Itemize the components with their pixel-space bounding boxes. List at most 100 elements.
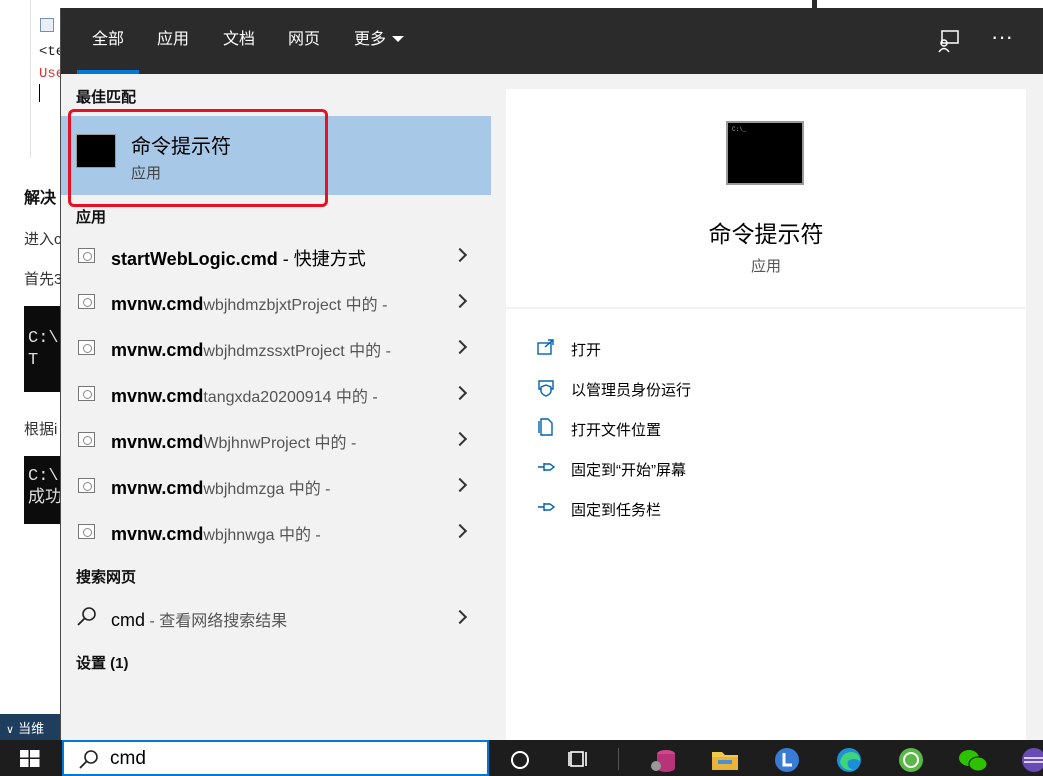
- folder-icon: [712, 752, 738, 770]
- taskbar-app-edge[interactable]: [824, 740, 874, 776]
- list-item[interactable]: mvnw.cmdwbjhdmzbjxtProject 中的 -: [61, 280, 491, 324]
- background-text: 根据i: [24, 421, 58, 438]
- app-actions: 打开 以管理员身份运行 打开文件位置 固定到“开始”屏幕 固定到任务栏: [506, 309, 1026, 740]
- action-open[interactable]: 打开: [536, 331, 836, 363]
- wechat-icon: [959, 750, 988, 772]
- action-run-as-admin[interactable]: 以管理员身份运行: [536, 371, 836, 403]
- tab-more[interactable]: 更多: [343, 8, 415, 74]
- list-item[interactable]: mvnw.cmdwbjhdmzssxtProject 中的 -: [61, 326, 491, 370]
- open-icon: [537, 339, 554, 355]
- action-pin-to-taskbar[interactable]: 固定到任务栏: [536, 491, 836, 523]
- search-input[interactable]: [110, 746, 480, 772]
- cmd-file-icon: [78, 524, 95, 539]
- list-item[interactable]: mvnw.cmdWbjhnwProject 中的 -: [61, 418, 491, 462]
- list-item-label: mvnw.cmdwbjhdmzga 中的 -: [111, 478, 331, 498]
- file-location-icon: [538, 418, 553, 436]
- taskbar-app-database[interactable]: [638, 740, 688, 776]
- taskbar-app-green-browser[interactable]: [886, 740, 936, 776]
- section-heading-settings[interactable]: 设置 (1): [76, 652, 129, 673]
- tab-apps[interactable]: 应用: [147, 8, 199, 74]
- list-item-label: mvnw.cmdwbjhdmzssxtProject 中的 -: [111, 340, 391, 360]
- green-browser-icon: [899, 748, 923, 772]
- text-cursor: [39, 84, 40, 102]
- edge-browser-icon: [837, 748, 861, 772]
- tab-all[interactable]: 全部: [77, 8, 139, 74]
- taskbar-app-file-explorer[interactable]: [700, 740, 750, 776]
- chevron-right-icon[interactable]: [452, 431, 468, 447]
- taskbar-search-box[interactable]: [62, 740, 489, 776]
- tab-more-label: 更多: [353, 31, 386, 48]
- list-item-label: startWebLogic.cmd - 快捷方式: [111, 249, 366, 269]
- filter-tab-bar: 全部 应用 文档 网页 更多 ···: [61, 8, 1043, 74]
- cmd-app-icon: [76, 134, 116, 168]
- cmd-file-icon: [78, 386, 95, 401]
- feedback-icon[interactable]: [934, 26, 964, 56]
- cortana-icon: [511, 751, 529, 769]
- cmd-app-icon: C:\_: [726, 121, 804, 185]
- background-text: 首先3: [24, 271, 63, 288]
- best-match-subtitle: 应用: [131, 165, 162, 182]
- pin-icon: [538, 463, 556, 471]
- pin-icon: [538, 503, 556, 511]
- web-search-label: cmd - 查看网络搜索结果: [111, 610, 288, 630]
- run-as-admin-icon: [538, 380, 554, 397]
- action-label: 打开: [571, 342, 602, 359]
- l-app-icon: [775, 748, 799, 772]
- task-view-button[interactable]: [555, 740, 605, 776]
- background-terminal-image: C:\ T: [24, 306, 64, 392]
- chevron-right-icon[interactable]: [452, 339, 468, 355]
- database-tool-icon: [651, 750, 675, 772]
- background-status-bar: ∨ 当维: [0, 714, 62, 740]
- chevron-down-icon: ∨: [6, 724, 15, 736]
- best-match-title: 命令提示符: [131, 136, 231, 158]
- file-icon: [40, 18, 54, 32]
- chevron-right-icon[interactable]: [452, 385, 468, 401]
- list-item-label: mvnw.cmdwbjhdmzbjxtProject 中的 -: [111, 294, 388, 314]
- chevron-right-icon[interactable]: [452, 293, 468, 309]
- taskbar-divider: [618, 748, 619, 770]
- background-heading: 解决: [24, 190, 57, 207]
- taskbar: [0, 740, 1043, 776]
- taskbar-app-partial[interactable]: [1010, 740, 1043, 776]
- tab-web[interactable]: 网页: [278, 8, 330, 74]
- background-text: 进入c: [24, 231, 62, 248]
- list-item[interactable]: mvnw.cmdwbjhdmzga 中的 -: [61, 464, 491, 508]
- taskbar-app-wechat[interactable]: [948, 740, 998, 776]
- chevron-right-icon[interactable]: [452, 247, 468, 263]
- section-heading-web-search: 搜索网页: [76, 569, 137, 586]
- action-label: 固定到任务栏: [571, 502, 662, 519]
- detail-subtitle: 应用: [750, 258, 781, 275]
- chevron-right-icon[interactable]: [452, 523, 468, 539]
- cmd-file-icon: [78, 340, 95, 355]
- shortcut-file-icon: [78, 248, 95, 263]
- chevron-down-icon: [392, 35, 404, 42]
- tab-documents[interactable]: 文档: [213, 8, 265, 74]
- start-button[interactable]: [0, 740, 60, 776]
- action-label: 打开文件位置: [571, 422, 662, 439]
- search-icon: [77, 607, 96, 626]
- action-label: 固定到“开始”屏幕: [571, 462, 686, 479]
- action-open-file-location[interactable]: 打开文件位置: [536, 411, 836, 443]
- start-search-panel: 全部 应用 文档 网页 更多 ··· 最佳匹配 命令提示符 应用 应用 star…: [60, 8, 1043, 740]
- cortana-button[interactable]: [495, 740, 545, 776]
- app-detail-header: C:\_ 命令提示符 应用: [506, 89, 1026, 307]
- action-label: 以管理员身份运行: [571, 382, 692, 399]
- taskbar-app-l[interactable]: [762, 740, 812, 776]
- chevron-right-icon[interactable]: [452, 609, 468, 625]
- section-heading-best-match: 最佳匹配: [76, 89, 137, 106]
- section-heading-apps: 应用: [76, 209, 107, 226]
- more-icon[interactable]: ···: [987, 26, 1017, 56]
- cmd-file-icon: [78, 432, 95, 447]
- background-terminal-image: C:\ 成功: [24, 456, 64, 524]
- list-item-label: mvnw.cmdWbjhnwProject 中的 -: [111, 432, 357, 452]
- list-item[interactable]: mvnw.cmdtangxda20200914 中的 -: [61, 372, 491, 416]
- list-item[interactable]: mvnw.cmdwbjhnwga 中的 -: [61, 510, 491, 554]
- action-pin-to-start[interactable]: 固定到“开始”屏幕: [536, 451, 836, 483]
- app-icon: [1022, 748, 1043, 772]
- web-search-item[interactable]: cmd - 查看网络搜索结果: [61, 596, 491, 640]
- list-item[interactable]: startWebLogic.cmd - 快捷方式: [61, 234, 491, 278]
- best-match-item[interactable]: 命令提示符 应用: [61, 116, 491, 195]
- search-icon: [79, 750, 98, 769]
- chevron-right-icon[interactable]: [452, 477, 468, 493]
- cmd-file-icon: [78, 478, 95, 493]
